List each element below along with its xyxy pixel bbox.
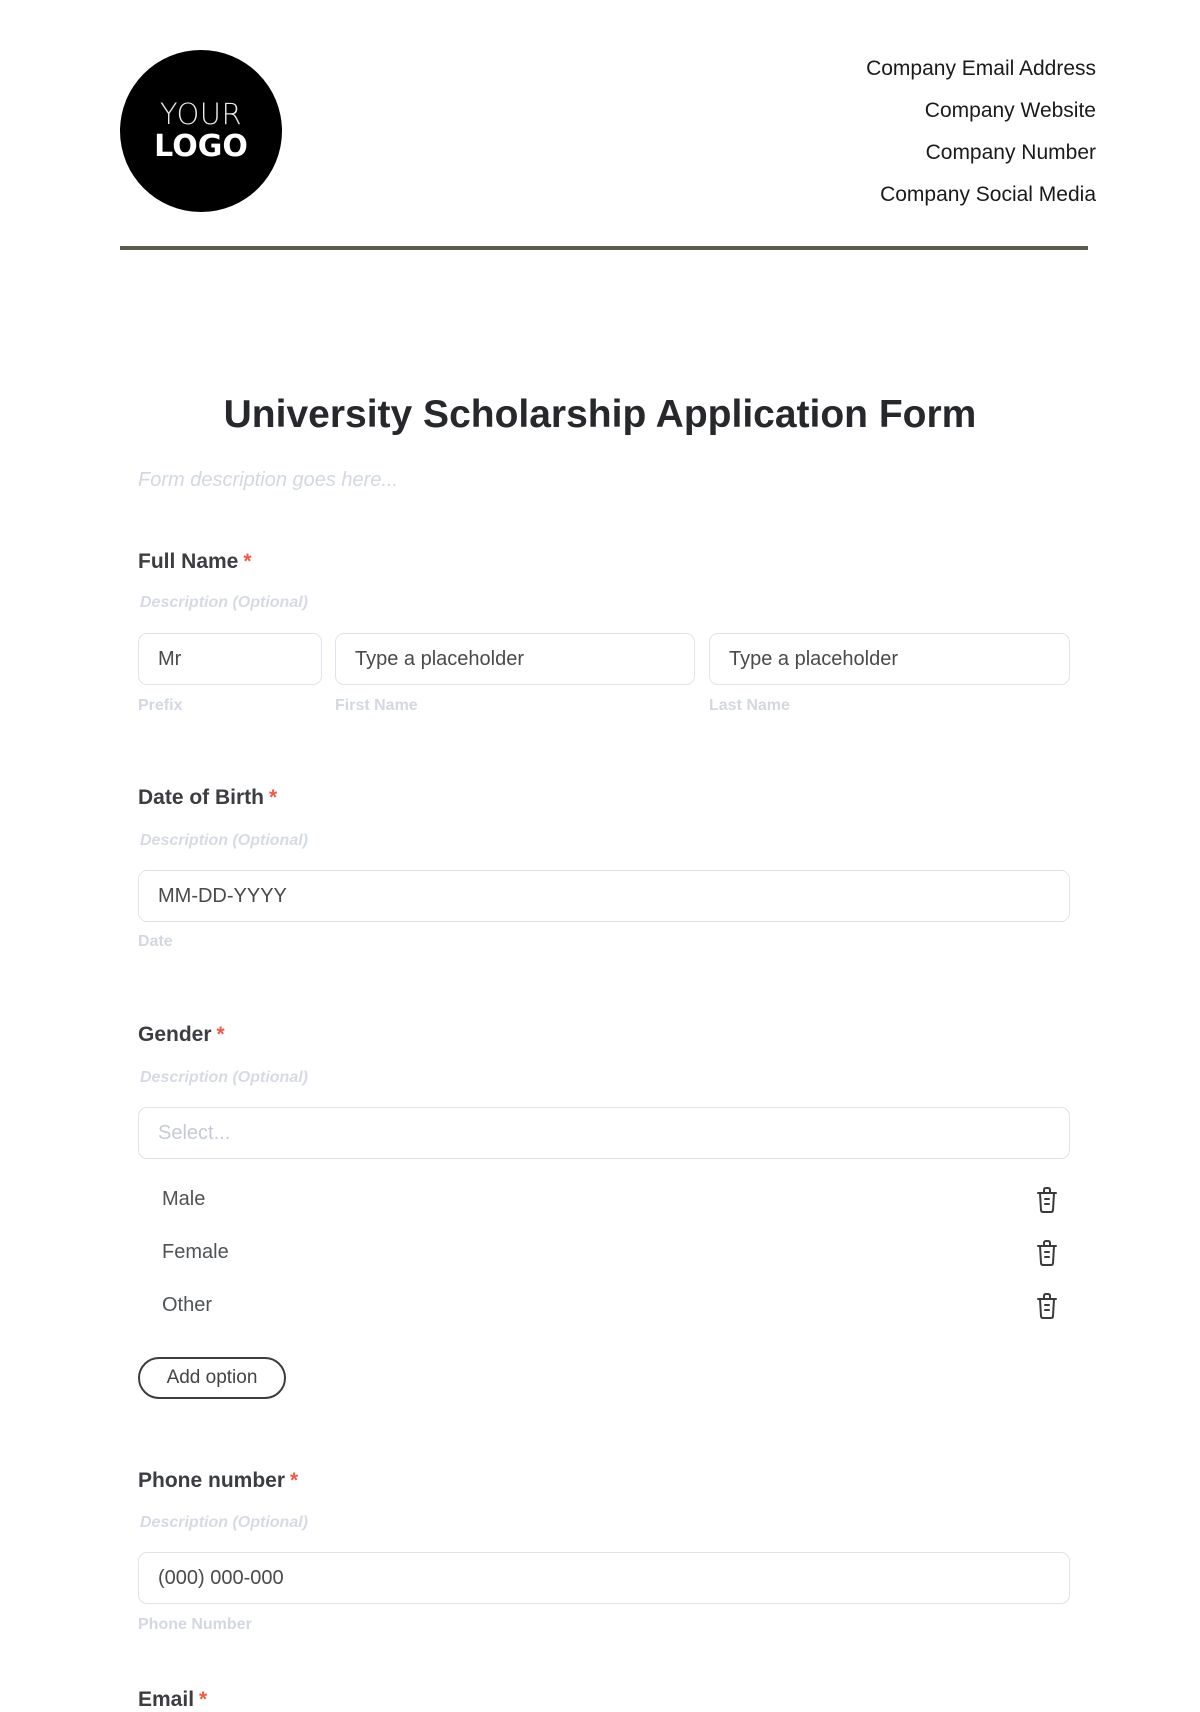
gender-option-other[interactable]: Other	[162, 1294, 212, 1317]
phone-number-label-text: Phone number	[138, 1469, 286, 1492]
prefix-value: Mr	[158, 647, 182, 670]
first-name-placeholder: Type a placeholder	[355, 647, 525, 670]
required-marker: *	[243, 550, 252, 573]
date-sublabel: Date	[138, 933, 173, 950]
header-divider	[120, 246, 1088, 250]
date-of-birth-input[interactable]: MM-DD-YYYY	[138, 870, 1070, 922]
date-of-birth-placeholder: MM-DD-YYYY	[158, 884, 287, 907]
required-marker: *	[269, 786, 278, 809]
gender-option-male[interactable]: Male	[162, 1188, 205, 1211]
first-name-sublabel: First Name	[335, 697, 418, 714]
last-name-sublabel: Last Name	[709, 697, 790, 714]
gender-label: Gender *	[138, 1023, 225, 1047]
email-label-text: Email	[138, 1688, 195, 1711]
delete-option-other-icon[interactable]	[1036, 1292, 1058, 1320]
phone-number-sublabel: Phone Number	[138, 1616, 252, 1633]
delete-option-male-icon[interactable]	[1036, 1186, 1058, 1214]
prefix-sublabel: Prefix	[138, 697, 183, 714]
required-marker: *	[216, 1023, 225, 1046]
gender-label-text: Gender	[138, 1023, 212, 1046]
date-of-birth-label-text: Date of Birth	[138, 786, 264, 809]
company-contact-info: Company Email Address Company Website Co…	[866, 54, 1096, 222]
first-name-input[interactable]: Type a placeholder	[335, 633, 695, 685]
company-logo: YOUR LOGO	[120, 50, 282, 212]
form-title: University Scholarship Application Form	[223, 393, 977, 436]
company-website: Company Website	[924, 99, 1096, 122]
form-description[interactable]: Form description goes here...	[138, 469, 398, 492]
gender-description[interactable]: Description (Optional)	[140, 1069, 308, 1087]
full-name-label: Full Name *	[138, 550, 252, 574]
logo-text-bottom: LOGO	[154, 129, 248, 164]
full-name-label-text: Full Name	[138, 550, 239, 573]
add-option-button[interactable]: Add option	[138, 1357, 286, 1399]
email-label: Email *	[138, 1688, 207, 1712]
gender-select[interactable]: Select...	[138, 1107, 1070, 1159]
full-name-description[interactable]: Description (Optional)	[140, 594, 308, 612]
gender-option-female[interactable]: Female	[162, 1241, 229, 1264]
logo-text-top: YOUR	[159, 97, 243, 131]
gender-select-placeholder: Select...	[158, 1121, 231, 1144]
company-number: Company Number	[925, 141, 1096, 164]
company-social-media: Company Social Media	[880, 183, 1096, 206]
date-of-birth-label: Date of Birth *	[138, 786, 277, 810]
prefix-input[interactable]: Mr	[138, 633, 322, 685]
last-name-input[interactable]: Type a placeholder	[709, 633, 1070, 685]
delete-option-female-icon[interactable]	[1036, 1239, 1058, 1267]
required-marker: *	[199, 1688, 208, 1711]
date-of-birth-description[interactable]: Description (Optional)	[140, 832, 308, 850]
phone-number-label: Phone number *	[138, 1469, 298, 1493]
required-marker: *	[290, 1469, 299, 1492]
phone-number-description[interactable]: Description (Optional)	[140, 1514, 308, 1532]
phone-number-input[interactable]: (000) 000-000	[138, 1552, 1070, 1604]
last-name-placeholder: Type a placeholder	[729, 647, 899, 670]
phone-number-placeholder: (000) 000-000	[158, 1566, 284, 1589]
company-email: Company Email Address	[866, 57, 1096, 80]
